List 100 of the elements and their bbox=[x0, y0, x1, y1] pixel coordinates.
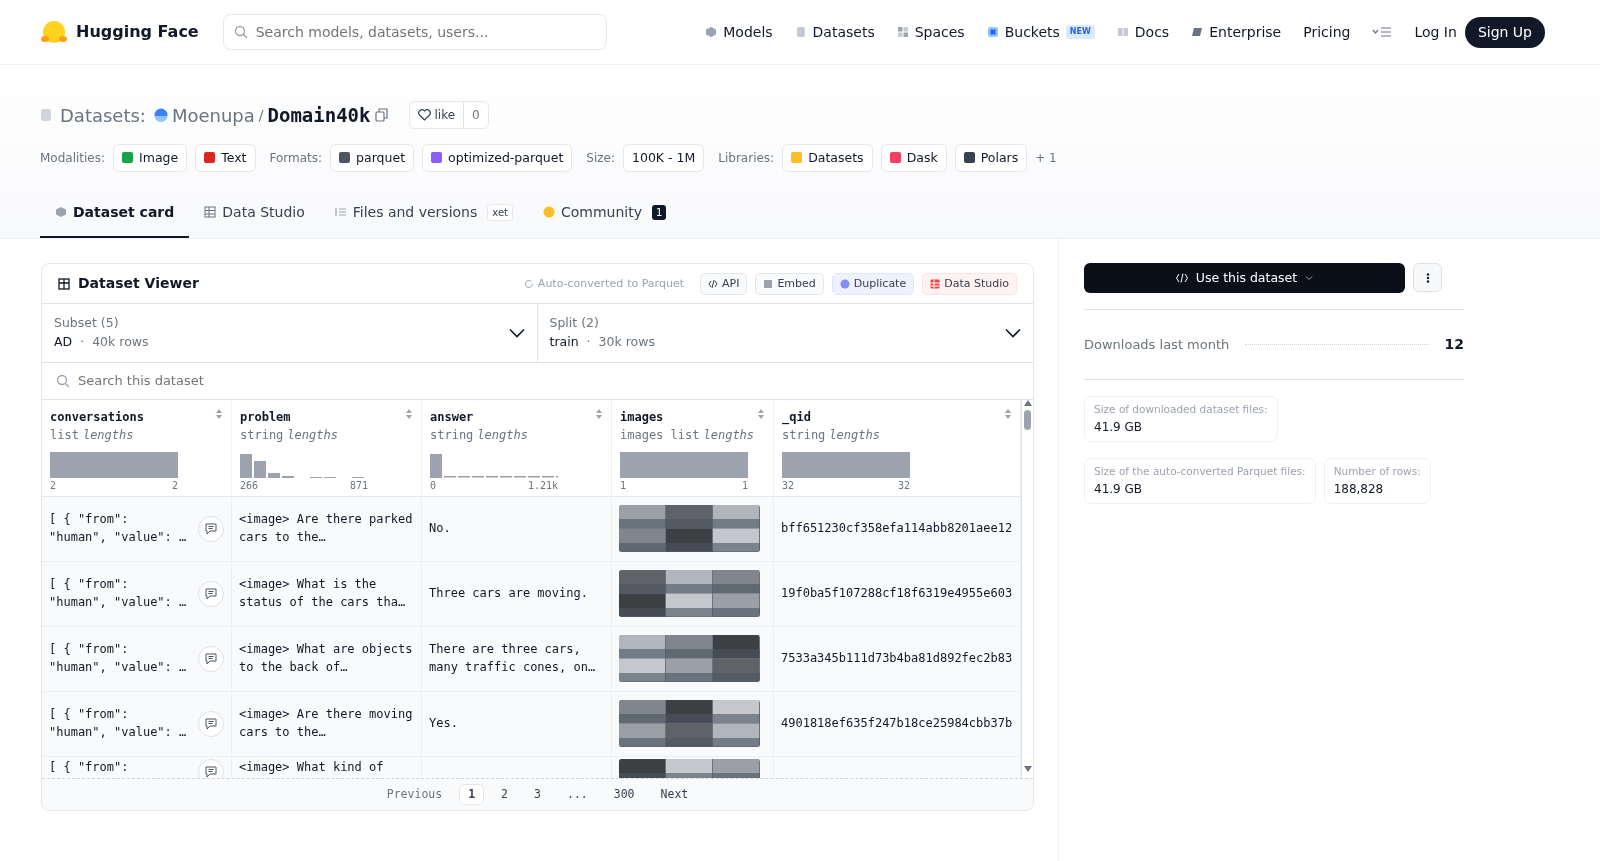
split-label: Split (2) bbox=[549, 314, 600, 333]
table-cell-text: <image> What kind of bbox=[239, 758, 384, 776]
nav-link[interactable]: Docs bbox=[1116, 21, 1170, 43]
tab[interactable]: Data Studio bbox=[189, 188, 320, 239]
histogram-min: 1 bbox=[620, 478, 627, 493]
subset-label: Subset (5) bbox=[54, 314, 120, 333]
brand-name[interactable]: Hugging Face bbox=[76, 20, 199, 44]
table-cell-text: There are three cars, many traffic cones, on… bbox=[429, 641, 597, 676]
viewer-title: Dataset Viewer bbox=[78, 274, 199, 294]
split-dropdown[interactable]: Split (2) train · 30k rows bbox=[537, 304, 1033, 362]
column-type: string bbox=[430, 426, 474, 444]
histogram-max: 1.21k bbox=[527, 478, 558, 493]
dot-separator: · bbox=[80, 333, 85, 351]
table-cell: 7533a345b111d73b4ba81d892fec2b83 bbox=[781, 650, 1013, 668]
comment-button[interactable] bbox=[198, 710, 224, 737]
page-button[interactable]: 1 bbox=[459, 783, 485, 805]
database-icon bbox=[794, 26, 807, 38]
comment-button[interactable] bbox=[198, 580, 224, 607]
viewer-button[interactable]: API bbox=[700, 272, 748, 295]
stat-value: 188,828 bbox=[1333, 480, 1385, 498]
refresh-icon bbox=[523, 278, 534, 289]
page-button[interactable]: 2 bbox=[492, 783, 518, 805]
scrollbar-thumb[interactable] bbox=[1024, 409, 1031, 430]
code-icon bbox=[708, 278, 718, 289]
tag[interactable]: parquet bbox=[330, 143, 415, 173]
search-field[interactable]: Search models, datasets, users... bbox=[222, 14, 607, 50]
nav-link[interactable]: Datasets bbox=[794, 21, 875, 43]
tag-group-label: Modalities: bbox=[40, 149, 106, 167]
search-icon bbox=[233, 25, 248, 39]
use-dataset-button[interactable]: Use this dataset bbox=[1084, 263, 1405, 294]
nav-link[interactable]: Buckets NEW bbox=[986, 21, 1095, 43]
scrollbar[interactable] bbox=[1021, 399, 1033, 778]
arrow-up-icon bbox=[1023, 399, 1032, 406]
table-cell-text: [ { "from": "human", "value": … bbox=[49, 706, 188, 741]
next-button[interactable]: Next bbox=[651, 783, 698, 805]
page-button[interactable]: 300 bbox=[604, 783, 644, 805]
tab[interactable]: Dataset card bbox=[40, 188, 190, 239]
table-cell: No. bbox=[429, 520, 451, 538]
like-button[interactable]: like 0 bbox=[408, 101, 489, 130]
tag[interactable]: 100K - 1M bbox=[623, 143, 705, 173]
table-cell-text: <image> What are objects to the back of… bbox=[239, 641, 414, 676]
nav-link[interactable]: Models bbox=[705, 21, 773, 43]
comment-button[interactable] bbox=[198, 515, 224, 542]
table-cell-text: <image> Are there moving cars to the… bbox=[239, 706, 414, 741]
sort-icon[interactable] bbox=[215, 407, 223, 420]
column-type: string bbox=[782, 426, 826, 444]
nav-link[interactable]: Enterprise bbox=[1191, 21, 1282, 43]
tag[interactable]: optimized-parquet bbox=[422, 143, 573, 173]
dataset-search-field[interactable]: Search this dataset bbox=[42, 362, 1033, 399]
column-type: string bbox=[240, 426, 284, 444]
tag[interactable]: Datasets bbox=[782, 143, 873, 173]
histogram-max: 2 bbox=[171, 478, 178, 493]
comment-button[interactable] bbox=[198, 645, 224, 672]
subset-dropdown[interactable]: Subset (5) AD · 40k rows bbox=[42, 304, 538, 362]
downloads-label: Downloads last month bbox=[1084, 336, 1230, 354]
sort-icon[interactable] bbox=[757, 407, 765, 420]
menu-icon[interactable] bbox=[1372, 26, 1393, 38]
page-button[interactable]: ... bbox=[557, 783, 597, 805]
previous-button[interactable]: Previous bbox=[377, 783, 452, 805]
signup-button[interactable]: Sign Up bbox=[1464, 16, 1545, 48]
logo-icon[interactable] bbox=[40, 19, 68, 45]
tab[interactable]: Files and versions xet bbox=[319, 188, 528, 239]
tab[interactable]: Community 1 bbox=[527, 188, 682, 239]
column-note: lengths bbox=[477, 426, 528, 444]
tag-group-label: Libraries: bbox=[718, 149, 775, 167]
table-icon bbox=[58, 277, 70, 290]
chevron-down-icon bbox=[508, 328, 525, 338]
login-link[interactable]: Log In bbox=[1414, 21, 1457, 43]
nav-link[interactable]: Pricing bbox=[1303, 21, 1351, 43]
caret-icon bbox=[1305, 275, 1314, 282]
sort-icon[interactable] bbox=[405, 407, 413, 420]
viewer-button[interactable]: Embed bbox=[755, 272, 824, 295]
column-note: lengths bbox=[703, 426, 755, 444]
like-count: 0 bbox=[463, 102, 488, 129]
new-badge: NEW bbox=[1065, 25, 1095, 39]
code-icon bbox=[1175, 273, 1188, 284]
dot-separator: · bbox=[586, 333, 591, 351]
owner-link[interactable]: Moenupa bbox=[171, 101, 255, 129]
xet-badge: xet bbox=[487, 203, 513, 221]
tag[interactable]: Polars bbox=[954, 143, 1028, 173]
stat-value: 41.9 GB bbox=[1094, 480, 1144, 498]
tag[interactable]: Image bbox=[113, 143, 188, 173]
viewer-button[interactable]: Duplicate bbox=[831, 272, 915, 295]
sort-icon[interactable] bbox=[595, 407, 603, 420]
table-cell-text: [ { "from": "human", "value": … bbox=[49, 576, 188, 611]
table-cell-text: [ { "from": bbox=[49, 758, 130, 776]
subset-value: AD bbox=[54, 333, 73, 351]
comment-button[interactable] bbox=[198, 758, 224, 778]
avatar-icon bbox=[153, 108, 168, 123]
tag[interactable]: Dask bbox=[880, 143, 947, 173]
nav-link[interactable]: Spaces bbox=[896, 21, 965, 43]
table-icon bbox=[930, 278, 941, 289]
sort-icon[interactable] bbox=[1004, 407, 1012, 420]
histogram-max: 32 bbox=[897, 478, 910, 493]
page-button[interactable]: 3 bbox=[525, 783, 550, 805]
more-tags[interactable]: + 1 bbox=[1035, 148, 1057, 167]
more-button[interactable] bbox=[1413, 263, 1442, 293]
tag[interactable]: Text bbox=[195, 143, 256, 173]
column-name: answer bbox=[430, 408, 474, 426]
viewer-button[interactable]: Data Studio bbox=[922, 272, 1017, 295]
